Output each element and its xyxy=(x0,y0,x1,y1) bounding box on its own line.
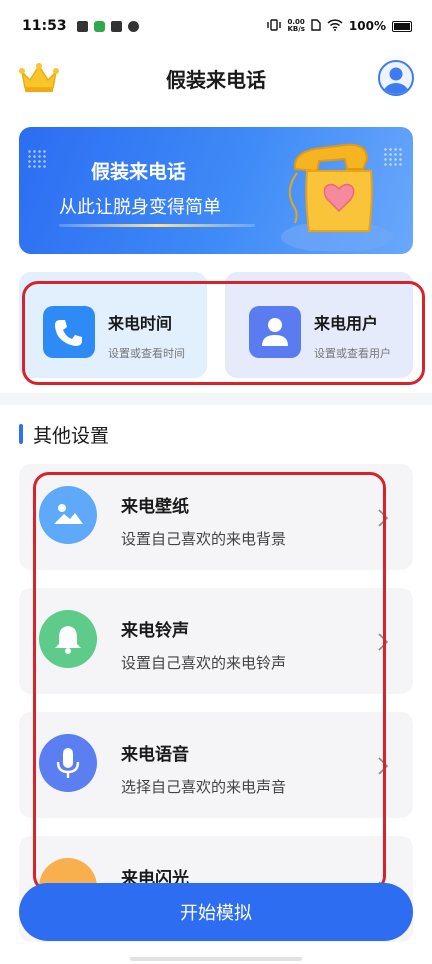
settings-notification-icon xyxy=(127,20,139,32)
promo-banner[interactable]: 假装来电话 从此让脱身变得简单 xyxy=(19,127,413,254)
banner-underline xyxy=(59,224,255,227)
notification-icon xyxy=(76,20,88,32)
header: 假装来电话 xyxy=(0,52,432,108)
net-speed: 0.00 KB/s xyxy=(287,19,304,33)
net-speed-unit: KB/s xyxy=(287,25,305,33)
banner-title: 假装来电话 xyxy=(91,161,187,183)
section-title: 其他设置 xyxy=(33,424,110,447)
user-avatar-icon[interactable] xyxy=(378,60,414,96)
setting-title: 来电铃声 xyxy=(121,621,189,641)
call-time-card[interactable]: 来电时间 设置或查看时间 xyxy=(19,272,207,378)
mail-icon xyxy=(110,20,122,32)
bell-icon xyxy=(39,610,97,668)
status-bar: 11:53 0.00 KB/s 100% xyxy=(0,0,432,52)
chevron-right-icon xyxy=(378,509,389,527)
caller-user-desc: 设置或查看用户 xyxy=(314,347,391,360)
start-simulation-button[interactable]: 开始模拟 xyxy=(19,883,413,941)
status-right: 0.00 KB/s 100% xyxy=(267,19,412,34)
caller-user-title: 来电用户 xyxy=(314,314,379,333)
battery-icon xyxy=(392,20,412,32)
section-accent-bar xyxy=(19,424,23,444)
wifi-icon xyxy=(327,18,343,34)
chevron-right-icon xyxy=(378,633,389,651)
feature-section: 来电时间 设置或查看时间 来电用户 设置或查看用户 xyxy=(0,264,432,392)
section-divider xyxy=(0,393,432,405)
setting-desc: 设置自己喜欢的来电铃声 xyxy=(121,654,287,672)
call-time-title: 来电时间 xyxy=(108,314,173,333)
call-time-desc: 设置或查看时间 xyxy=(108,347,185,360)
app-notification-icon xyxy=(93,20,105,32)
setting-title: 来电语音 xyxy=(121,745,189,765)
setting-desc: 选择自己喜欢的来电声音 xyxy=(121,778,287,796)
setting-title: 来电壁纸 xyxy=(121,497,189,517)
image-icon xyxy=(39,486,97,544)
microphone-icon xyxy=(39,734,97,792)
setting-item-ringtone[interactable]: 来电铃声 设置自己喜欢的来电铃声 xyxy=(19,588,413,694)
battery-percentage: 100% xyxy=(348,19,386,33)
phone-icon xyxy=(43,306,95,358)
status-time: 11:53 xyxy=(22,18,67,34)
setting-item-wallpaper[interactable]: 来电壁纸 设置自己喜欢的来电背景 xyxy=(19,464,413,570)
telephone-illustration xyxy=(275,139,395,253)
page-title: 假装来电话 xyxy=(166,68,266,92)
banner-subtitle: 从此让脱身变得简单 xyxy=(59,197,221,218)
home-indicator[interactable] xyxy=(130,957,302,961)
caller-user-card[interactable]: 来电用户 设置或查看用户 xyxy=(225,272,413,378)
sim-icon xyxy=(311,18,321,34)
vibrate-icon xyxy=(267,18,282,34)
setting-item-voice[interactable]: 来电语音 选择自己喜欢的来电声音 xyxy=(19,712,413,818)
status-left: 11:53 xyxy=(22,18,139,34)
chevron-right-icon xyxy=(378,757,389,775)
decor-dots xyxy=(27,149,47,169)
user-icon xyxy=(249,306,301,358)
setting-desc: 设置自己喜欢的来电背景 xyxy=(121,530,287,548)
other-settings-heading: 其他设置 xyxy=(19,420,109,448)
